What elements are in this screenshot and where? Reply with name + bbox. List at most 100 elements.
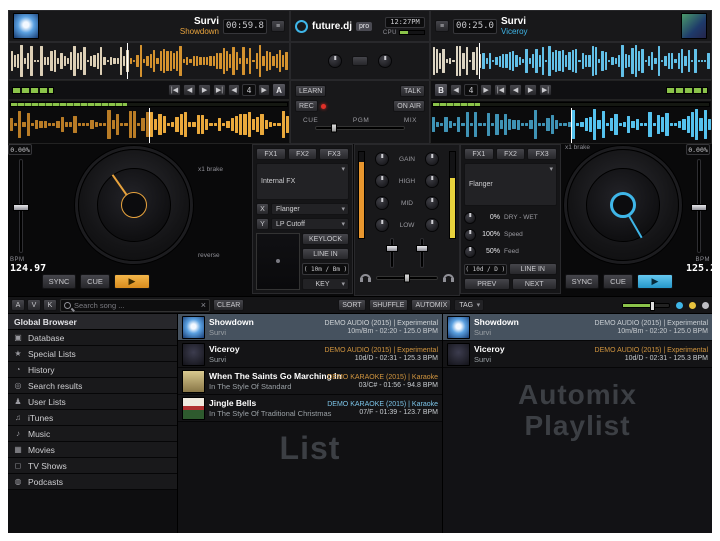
monitor-label[interactable]: PGM (353, 117, 369, 124)
deck-a-reverse-label[interactable]: reverse (198, 252, 220, 259)
track-row[interactable]: Showdown Survi DEMO AUDIO (2015) | Exper… (443, 314, 712, 341)
transport-button-icon[interactable]: |◀ (494, 84, 507, 96)
deck-a-cue-button[interactable]: CUE (80, 274, 110, 289)
deck-b-waveform-zoom[interactable] (430, 100, 712, 144)
transport-button-icon[interactable]: ▶ (524, 84, 537, 96)
eq-knob-channel-a[interactable] (375, 174, 389, 188)
transport-button-icon[interactable]: |◀ (168, 84, 181, 96)
deck-a-waveform-zoom[interactable] (8, 100, 290, 144)
deck-a-letter-badge[interactable]: A (272, 83, 286, 97)
channel-a-volume-fader[interactable] (390, 238, 394, 268)
deck-b-prev-button[interactable]: PREV (464, 278, 510, 290)
fx-tab[interactable]: FX1 (256, 148, 286, 160)
eq-knob-channel-a[interactable] (375, 152, 389, 166)
sidebar-item[interactable]: ▦ Movies (8, 442, 177, 458)
deck-a-menu-icon[interactable]: ≡ (271, 20, 285, 32)
automix-button[interactable]: AUTOMIX (411, 299, 451, 311)
learn-button[interactable]: LEARN (295, 85, 326, 97)
deck-a-loop-down-icon[interactable]: ◀ (228, 84, 240, 96)
fx-tab[interactable]: FX3 (319, 148, 349, 160)
deck-a-loop-up-icon[interactable]: ▶ (258, 84, 270, 96)
on-air-button[interactable]: ON AIR (393, 100, 425, 112)
deck-a-jog-wheel[interactable] (78, 149, 190, 261)
track-row[interactable]: When The Saints Go Marching In In The St… (178, 368, 442, 395)
fx-tab[interactable]: FX2 (496, 148, 526, 160)
transport-button-icon[interactable]: ▶| (539, 84, 552, 96)
fx-knob[interactable] (464, 229, 476, 241)
sidebar-item[interactable]: ♪ Music (8, 426, 177, 442)
transport-button-icon[interactable]: ◀ (509, 84, 522, 96)
clear-button[interactable]: CLEAR (213, 299, 244, 311)
deck-a-keylock-button[interactable]: KEYLOCK (302, 233, 349, 245)
deck-a-fx-x-button[interactable]: X (256, 203, 269, 215)
deck-b-loop-down-icon[interactable]: ◀ (450, 84, 462, 96)
deck-b-letter-badge[interactable]: B (434, 83, 448, 97)
deck-b-sync-button[interactable]: SYNC (565, 274, 599, 289)
eq-knob-channel-b[interactable] (425, 152, 439, 166)
mic-gain-knob[interactable] (328, 54, 342, 68)
sidebar-item[interactable]: ◍ Podcasts (8, 474, 177, 490)
deck-a-fx-y-select[interactable]: LP Cutoff (271, 218, 349, 230)
track-row[interactable]: Viceroy Survi DEMO AUDIO (2015) | Experi… (178, 341, 442, 368)
tag-select[interactable]: TAG (454, 299, 484, 311)
view-mode-button[interactable]: K (43, 299, 57, 311)
deck-a-pitch-fader[interactable] (19, 159, 23, 253)
search-clear-x-icon[interactable]: × (201, 300, 206, 310)
eq-knob-channel-b[interactable] (425, 196, 439, 210)
preview-volume-slider[interactable] (622, 303, 670, 308)
transport-button-icon[interactable]: ▶ (198, 84, 211, 96)
search-input[interactable] (74, 301, 198, 310)
sidebar-title[interactable]: Global Browser (8, 314, 177, 330)
view-mode-button[interactable]: V (27, 299, 41, 311)
eq-knob-channel-b[interactable] (425, 218, 439, 232)
fx-tab[interactable]: FX2 (288, 148, 318, 160)
headphones-b-icon[interactable] (443, 274, 454, 281)
deck-a-fx-bank-select[interactable]: Internal FX (256, 163, 349, 200)
cue-mix-slider[interactable] (315, 126, 405, 130)
deck-b-next-button[interactable]: NEXT (512, 278, 558, 290)
eq-knob-channel-a[interactable] (375, 196, 389, 210)
deck-a-sync-button[interactable]: SYNC (42, 274, 76, 289)
sidebar-item[interactable]: ◻ TV Shows (8, 458, 177, 474)
track-row[interactable]: Jingle Bells In The Style Of Traditional… (178, 395, 442, 422)
sidebar-item[interactable]: ★ Special Lists (8, 346, 177, 362)
fx-tab[interactable]: FX3 (527, 148, 557, 160)
status-dot-gray[interactable] (702, 302, 709, 309)
transport-button-icon[interactable]: ▶| (213, 84, 226, 96)
monitor-label[interactable]: CUE (303, 117, 318, 124)
deck-b-fx-select[interactable]: Flanger (464, 163, 557, 206)
status-dot-blue[interactable] (676, 302, 683, 309)
deck-a-fx-y-button[interactable]: Y (256, 218, 269, 230)
view-mode-button[interactable]: A (11, 299, 25, 311)
sort-button[interactable]: SORT (338, 299, 365, 311)
deck-a-play-button[interactable]: ▶ (114, 274, 150, 289)
sidebar-item[interactable]: ♟ User Lists (8, 394, 177, 410)
deck-b-cue-button[interactable]: CUE (603, 274, 633, 289)
fx-knob[interactable] (464, 246, 476, 258)
track-row[interactable]: Showdown Survi DEMO AUDIO (2015) | Exper… (178, 314, 442, 341)
deck-b-play-button[interactable]: ▶ (637, 274, 673, 289)
talk-button[interactable]: TALK (400, 85, 425, 97)
eq-knob-channel-a[interactable] (375, 218, 389, 232)
deck-b-waveform-overview[interactable] (430, 42, 712, 80)
deck-b-line-in-button[interactable]: LINE IN (509, 263, 558, 275)
sidebar-item[interactable]: ▣ Database (8, 330, 177, 346)
deck-b-menu-icon[interactable]: ≡ (435, 20, 449, 32)
status-dot-yellow[interactable] (689, 302, 696, 309)
crossfader[interactable] (376, 276, 438, 280)
mic-tone-knob[interactable] (378, 54, 392, 68)
deck-a-xy-pad[interactable] (256, 233, 300, 290)
sidebar-item[interactable]: ◔ History (8, 362, 177, 378)
shuffle-button[interactable]: SHUFFLE (369, 299, 409, 311)
transport-button-icon[interactable]: ◀ (183, 84, 196, 96)
headphones-a-icon[interactable] (360, 274, 371, 281)
sidebar-item[interactable]: ♫ iTunes (8, 410, 177, 426)
deck-b-pitch-fader[interactable] (697, 159, 701, 253)
mic-on-button[interactable] (352, 56, 368, 66)
rec-button[interactable]: REC (295, 100, 318, 112)
deck-b-jog-wheel[interactable] (567, 149, 679, 261)
deck-a-line-in-button[interactable]: LINE IN (302, 248, 349, 260)
deck-a-fx-x-select[interactable]: Flanger (271, 203, 349, 215)
fx-knob[interactable] (464, 212, 476, 224)
channel-b-volume-fader[interactable] (420, 238, 424, 268)
